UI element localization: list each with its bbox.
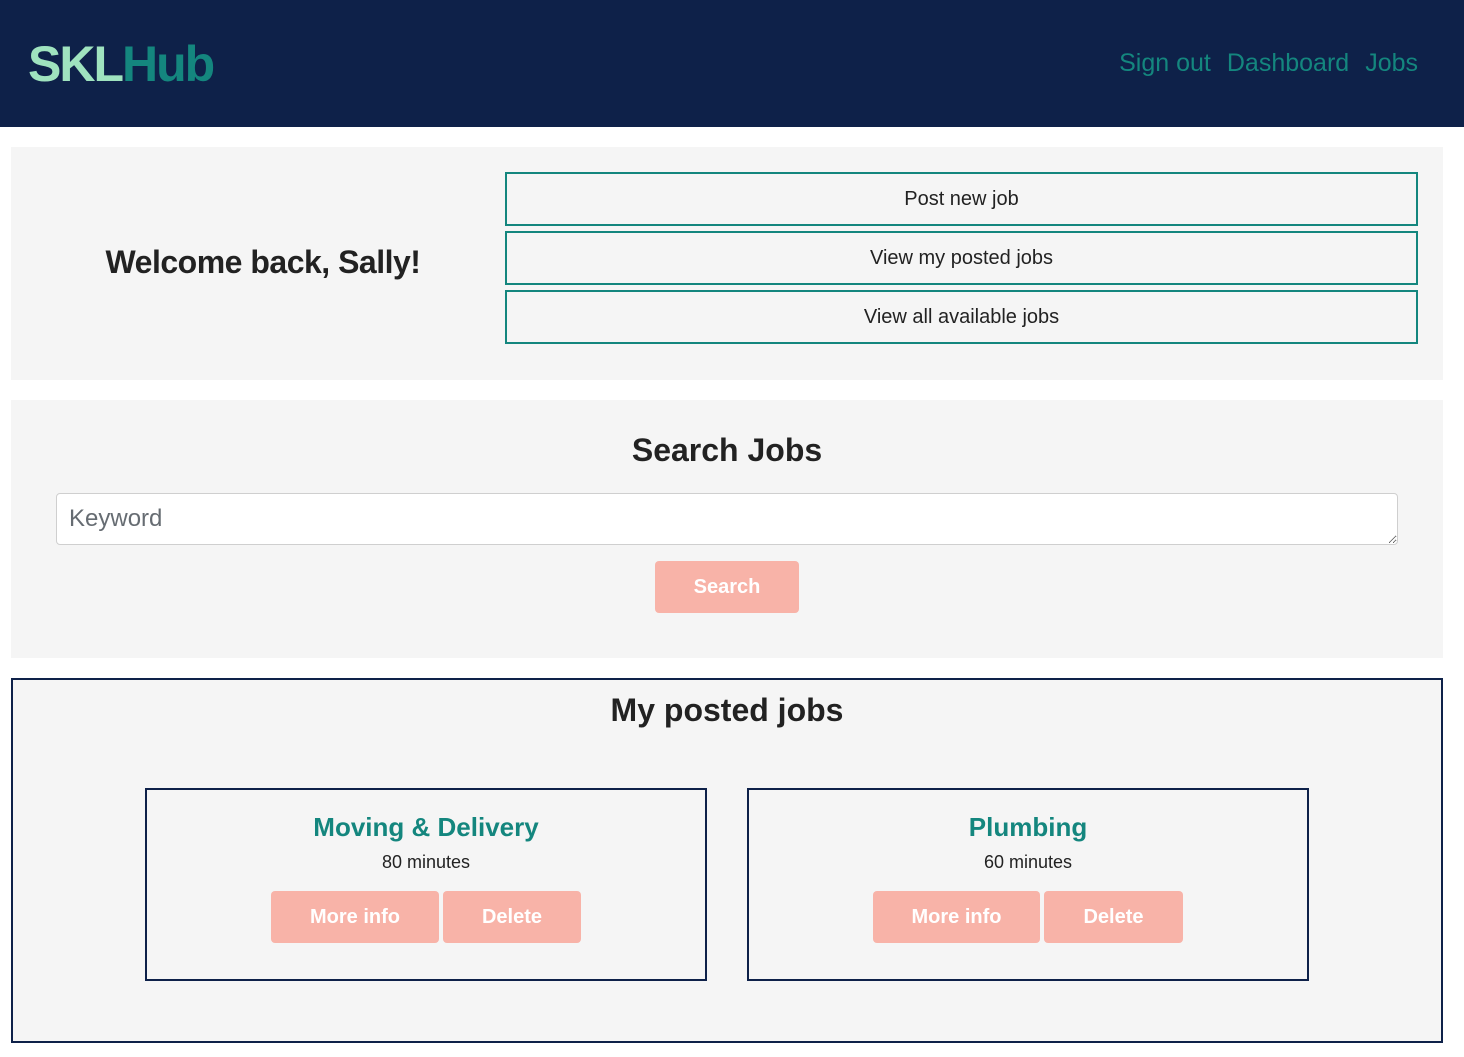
- more-info-button[interactable]: More info: [873, 891, 1040, 943]
- keyword-search-input[interactable]: [56, 493, 1398, 545]
- job-duration: 60 minutes: [983, 852, 1073, 872]
- delete-button[interactable]: Delete: [1044, 891, 1183, 943]
- brand-logo[interactable]: SKLHub: [28, 34, 215, 94]
- job-card: Moving & Delivery 80 minutes More info D…: [145, 788, 707, 981]
- job-title: Plumbing: [968, 812, 1088, 842]
- job-card: Plumbing 60 minutes More info Delete: [747, 788, 1309, 981]
- search-title: Search Jobs: [631, 432, 823, 468]
- welcome-panel: Welcome back, Sally! Post new job View m…: [11, 147, 1443, 380]
- search-button[interactable]: Search: [655, 561, 799, 613]
- my-posted-jobs-title: My posted jobs: [610, 692, 844, 728]
- more-info-button[interactable]: More info: [271, 891, 439, 943]
- view-my-posted-jobs-button[interactable]: View my posted jobs: [505, 231, 1418, 285]
- post-new-job-button[interactable]: Post new job: [505, 172, 1418, 226]
- nav-links: Sign out Dashboard Jobs: [1119, 46, 1418, 80]
- brand-logo-part2: Hub: [122, 36, 215, 92]
- job-duration: 80 minutes: [381, 852, 471, 872]
- view-all-available-jobs-button[interactable]: View all available jobs: [505, 290, 1418, 344]
- brand-logo-part1: SKL: [28, 36, 124, 92]
- search-panel: Search Jobs Search: [11, 400, 1443, 658]
- nav-link-jobs[interactable]: Jobs: [1365, 46, 1418, 80]
- top-navbar: SKLHub Sign out Dashboard Jobs: [0, 0, 1464, 127]
- nav-link-sign-out[interactable]: Sign out: [1119, 46, 1211, 80]
- job-title: Moving & Delivery: [313, 812, 539, 842]
- my-posted-jobs-panel: My posted jobs Moving & Delivery 80 minu…: [11, 678, 1443, 1043]
- nav-link-dashboard[interactable]: Dashboard: [1227, 46, 1349, 80]
- delete-button[interactable]: Delete: [443, 891, 581, 943]
- welcome-message: Welcome back, Sally!: [105, 244, 421, 280]
